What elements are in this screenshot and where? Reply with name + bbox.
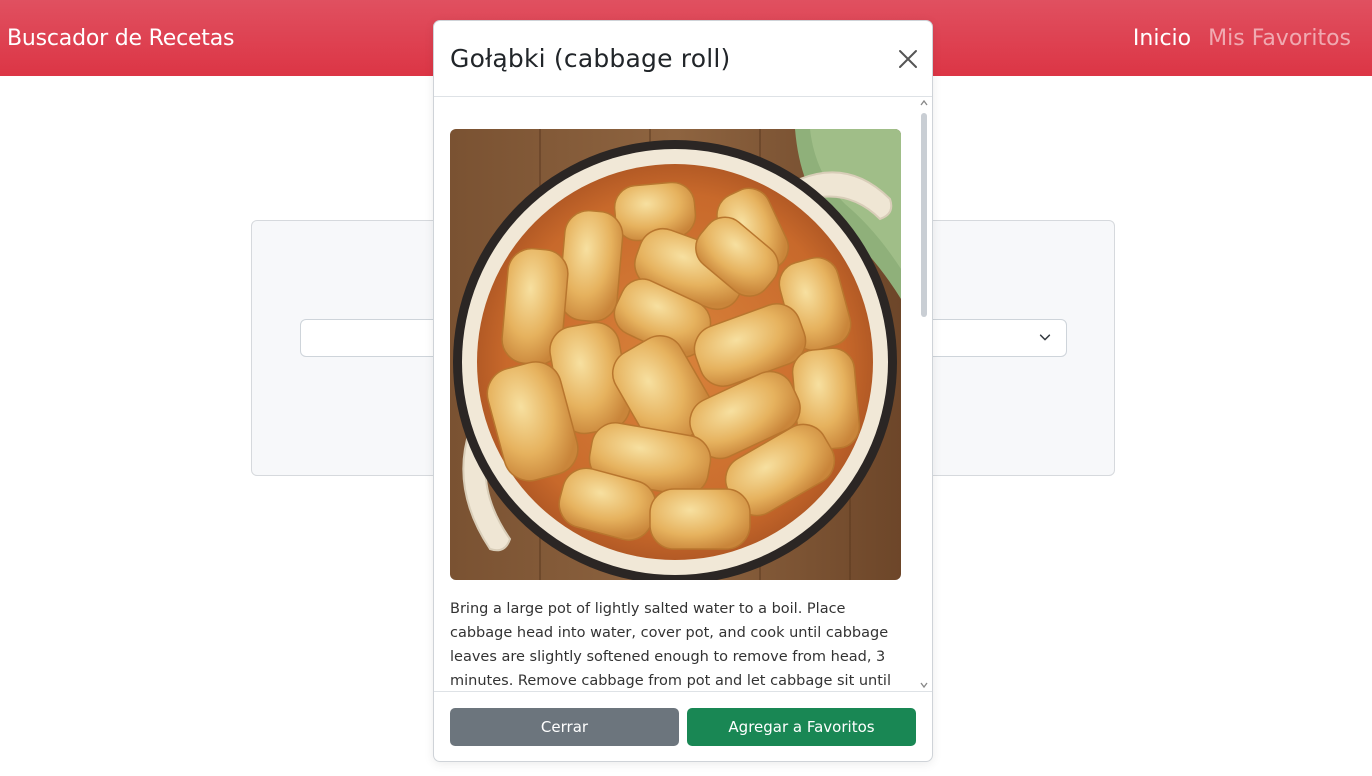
nav-links: Inicio Mis Favoritos <box>1133 26 1351 51</box>
close-icon[interactable] <box>898 49 918 69</box>
brand-title[interactable]: Buscador de Recetas <box>7 26 234 51</box>
close-button[interactable]: Cerrar <box>450 708 679 746</box>
modal-body[interactable]: Bring a large pot of lightly salted wate… <box>434 98 932 691</box>
modal-footer: Cerrar Agregar a Favoritos <box>434 691 932 761</box>
scroll-down-icon[interactable] <box>920 681 928 689</box>
recipe-instructions: Bring a large pot of lightly salted wate… <box>450 601 891 689</box>
add-to-favorites-button[interactable]: Agregar a Favoritos <box>687 708 916 746</box>
nav-link-favoritos[interactable]: Mis Favoritos <box>1208 26 1351 51</box>
chevron-down-icon <box>1039 334 1051 341</box>
recipe-modal: Gołąbki (cabbage roll) Bring a large pot… <box>433 20 933 762</box>
modal-scrollbar[interactable] <box>918 97 930 691</box>
modal-title: Gołąbki (cabbage roll) <box>450 44 731 73</box>
nav-link-inicio[interactable]: Inicio <box>1133 26 1191 51</box>
scroll-thumb[interactable] <box>921 113 927 317</box>
recipe-image <box>450 129 901 580</box>
modal-header: Gołąbki (cabbage roll) <box>434 21 932 97</box>
scroll-up-icon[interactable] <box>920 99 928 107</box>
